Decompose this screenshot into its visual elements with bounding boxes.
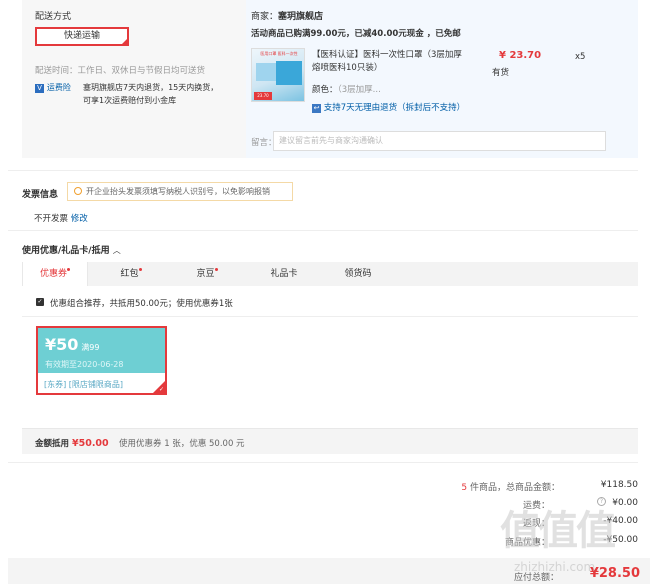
- tab-coupons[interactable]: 优惠券: [22, 262, 88, 286]
- thumbnail-box-image: [276, 61, 302, 85]
- return-policy-icon: ↩: [312, 104, 321, 113]
- promotion-text: 活动商品已购满99.00元，已减40.00元现金 ，已免邮: [251, 29, 461, 39]
- freight-insurance-badge[interactable]: V 运费险: [35, 82, 71, 93]
- merchant-name: 商家：塞玥旗舰店: [251, 9, 323, 22]
- invoice-edit-link[interactable]: 修改: [71, 214, 88, 224]
- section-divider: [8, 170, 638, 171]
- goods-count-label: 件商品，总商品金额：: [467, 483, 560, 493]
- coupon-validity: 有效期至2020-06-28: [45, 360, 124, 369]
- section-divider: [22, 316, 638, 317]
- discounts-toggle[interactable]: 使用优惠/礼品卡/抵用 ︿: [22, 243, 121, 256]
- invoice-label: 发票信息: [22, 190, 59, 200]
- product-thumbnail[interactable]: 医用口罩 医科一次性 23.70: [251, 48, 305, 102]
- tab-jd-beans[interactable]: 京豆: [177, 262, 237, 286]
- freight-insurance-desc-2: 可享1次运费赔付到小金库: [83, 96, 177, 105]
- shipping-panel: 配送方式 快递运输 配送时间：工作日、双休日与节假日均可送货 V 运费险 塞玥旗…: [22, 0, 246, 158]
- product-color: 颜色：（3层加厚...: [312, 83, 381, 95]
- product-price: ¥ 23.70: [499, 50, 542, 61]
- tab-jd-beans-label: 京豆: [196, 269, 215, 279]
- discount-summary: 金额抵用 ¥50.00: [35, 437, 109, 449]
- recommend-text: 优惠组合推荐，共抵用50.00元；使用优惠券1张: [50, 299, 233, 309]
- freight-insurance-desc-1: 塞玥旗舰店7天内退货，15天内换货，: [83, 83, 219, 92]
- express-shipping-label: 快递运输: [63, 31, 100, 41]
- express-shipping-button[interactable]: 快递运输: [35, 27, 129, 46]
- check-icon: ✓: [158, 386, 164, 393]
- product-quantity: x5: [575, 52, 586, 62]
- return-policy[interactable]: ↩ 支持7天无理由退货（拆封后不支持）: [312, 101, 465, 113]
- delivery-time-text: 配送时间：工作日、双休日与节假日均可送货: [35, 66, 206, 76]
- tab-red-packets-label: 红包: [120, 269, 139, 279]
- stock-status: 有货: [492, 68, 510, 78]
- freight-insurance-icon: V: [35, 84, 44, 93]
- color-label: 颜色：: [312, 85, 338, 95]
- tab-gift-cards[interactable]: 礼品卡: [254, 262, 314, 286]
- discount-tabs: 优惠券 红包 京豆 礼品卡 领货码: [22, 262, 638, 286]
- freight-insurance-label: 运费险: [46, 83, 71, 92]
- discounts-title: 使用优惠/礼品卡/抵用: [22, 246, 110, 256]
- merchant-name-value[interactable]: 塞玥旗舰店: [278, 12, 323, 22]
- coupon-amount: ¥50: [45, 335, 79, 354]
- product-title-line2[interactable]: 熔喷医科10只装）: [312, 61, 382, 73]
- goods-amount: ¥118.50: [600, 480, 638, 490]
- thumbnail-price-tag: 23.70: [254, 92, 272, 100]
- summary-label: 金额抵用: [35, 439, 70, 449]
- summary-amount: ¥50.00: [71, 438, 109, 449]
- merchant-panel: 商家：塞玥旗舰店 活动商品已购满99.00元，已减40.00元现金 ，已免邮 医…: [246, 0, 638, 158]
- tab-gift-cards-label: 礼品卡: [270, 269, 298, 279]
- recommend-checkbox[interactable]: ✓: [36, 298, 44, 306]
- payable-amount: ¥28.50: [589, 566, 640, 581]
- coupon-header: ¥50 满99 有效期至2020-06-28: [38, 328, 165, 373]
- coupon-tags: [东券] [限店铺限商品]: [44, 380, 124, 389]
- lightbulb-icon: [74, 187, 82, 195]
- section-divider: [8, 462, 638, 463]
- invoice-tip-box: 开企业抬头发票须填写纳税人识别号，以免影响报销: [67, 182, 293, 201]
- watermark-url: zhizhizhi.com: [514, 560, 596, 574]
- goods-count: 5 件商品，总商品金额：: [420, 480, 560, 493]
- tab-badge-dot: [138, 268, 142, 271]
- thumbnail-title: 医用口罩 医科一次性: [260, 51, 298, 56]
- discount-summary-bar: 金额抵用 ¥50.00 使用优惠券 1 张，优惠 50.00 元: [22, 428, 638, 454]
- return-policy-text: 支持7天无理由退货（拆封后不支持）: [323, 103, 466, 113]
- summary-desc: 使用优惠券 1 张，优惠 50.00 元: [119, 439, 245, 449]
- tab-redeem-codes[interactable]: 领货码: [328, 262, 388, 286]
- tab-redeem-codes-label: 领货码: [344, 269, 372, 279]
- tab-coupons-label: 优惠券: [39, 269, 67, 279]
- product-title-line1[interactable]: 【医科认证】医科一次性口罩（3层加厚: [312, 48, 462, 60]
- coupon-value: ¥50 满99: [45, 335, 99, 354]
- invoice-tip-text: 开企业抬头发票须填写纳税人识别号，以免影响报销: [86, 187, 270, 196]
- watermark-logo: 值值值: [500, 508, 616, 554]
- invoice-status-text: 不开发票: [34, 214, 69, 224]
- coupon-card[interactable]: ¥50 满99 有效期至2020-06-28 [东券] [限店铺限商品] ✓: [36, 326, 167, 395]
- color-value: （3层加厚...: [337, 85, 381, 95]
- coupon-condition: 满99: [81, 343, 100, 352]
- invoice-status: 不开发票 修改: [34, 212, 88, 224]
- message-input[interactable]: 建议留言前先与商家沟通确认: [273, 131, 606, 151]
- shipping-label: 配送方式: [35, 12, 72, 22]
- tab-red-packets[interactable]: 红包: [101, 262, 161, 286]
- tab-badge-dot: [67, 268, 70, 271]
- chevron-up-icon: ︿: [112, 246, 121, 255]
- merchant-name-label: 商家：: [251, 12, 279, 22]
- section-divider: [8, 230, 638, 231]
- tab-badge-dot: [214, 268, 218, 271]
